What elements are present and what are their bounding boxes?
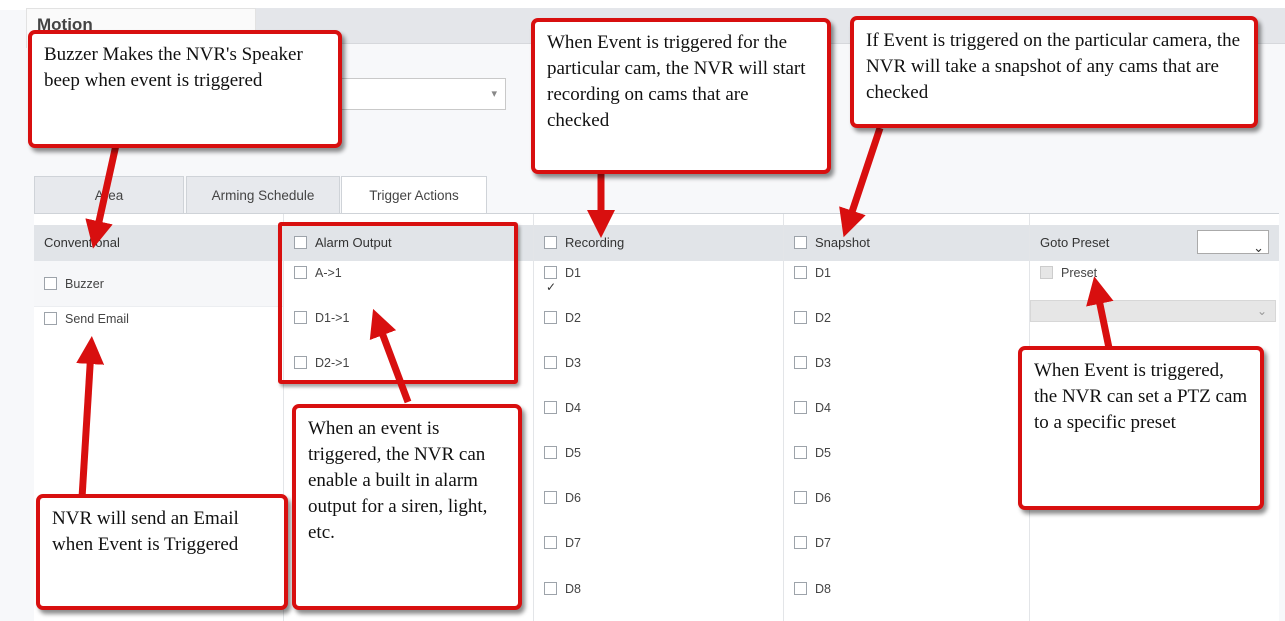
snapshot-row-d2[interactable]: D2 (784, 295, 1029, 341)
camera-select[interactable]: ▾ (320, 78, 506, 110)
send-email-label: Send Email (65, 312, 129, 326)
snapshot-d5-checkbox[interactable] (794, 446, 807, 460)
snapshot-row-d4[interactable]: D4 (784, 385, 1029, 431)
snapshot-d4-checkbox[interactable] (794, 401, 807, 415)
recording-row-d7[interactable]: D7 (534, 520, 783, 566)
recording-d3-checkbox[interactable] (544, 356, 557, 370)
recording-d4-checkbox[interactable] (544, 401, 557, 415)
preset-checkbox[interactable] (1040, 266, 1053, 280)
recording-all-checkbox[interactable] (544, 236, 557, 250)
tab-area[interactable]: Area (34, 176, 184, 214)
snapshot-column: Snapshot D1 D2 D3 D4 D5 D6 D7 D8 (784, 214, 1030, 621)
send-email-row[interactable]: Send Email (34, 296, 283, 342)
snapshot-d6-checkbox[interactable] (794, 491, 807, 505)
recording-d7-checkbox[interactable] (544, 536, 557, 550)
send-email-checkbox[interactable] (44, 312, 57, 326)
callout-alarm: When an event is triggered, the NVR can … (292, 404, 522, 610)
nvr-config-page: Motion ▾ Area Arming Schedule Trigger Ac… (0, 0, 1285, 621)
snapshot-row-d6[interactable]: D6 (784, 475, 1029, 521)
recording-d1-checkbox[interactable] (544, 264, 557, 310)
buzzer-label: Buzzer (65, 277, 104, 291)
snapshot-row-d3[interactable]: D3 (784, 340, 1029, 386)
arrow-snapshot (839, 126, 884, 238)
snapshot-all-checkbox[interactable] (794, 236, 807, 250)
snapshot-row-d8[interactable]: D8 (784, 566, 1029, 612)
recording-d2-checkbox[interactable] (544, 311, 557, 325)
snapshot-row-d5[interactable]: D5 (784, 430, 1029, 476)
snapshot-d2-checkbox[interactable] (794, 311, 807, 325)
tab-arming-schedule[interactable]: Arming Schedule (186, 176, 340, 214)
recording-d8-checkbox[interactable] (544, 582, 557, 596)
snapshot-row-d7[interactable]: D7 (784, 520, 1029, 566)
recording-row-d8[interactable]: D8 (534, 566, 783, 612)
tab-trigger-actions[interactable]: Trigger Actions (341, 176, 487, 215)
callout-buzzer: Buzzer Makes the NVR's Speaker beep when… (28, 30, 342, 148)
chevron-down-icon: ⌄ (1256, 304, 1267, 318)
recording-d6-checkbox[interactable] (544, 491, 557, 505)
callout-snapshot: If Event is triggered on the particular … (850, 16, 1258, 128)
recording-d5-checkbox[interactable] (544, 446, 557, 460)
conventional-header: Conventional (34, 225, 283, 261)
callout-recording: When Event is triggered for the particul… (531, 18, 831, 174)
callout-email: NVR will send an Email when Event is Tri… (36, 494, 288, 610)
snapshot-d7-checkbox[interactable] (794, 536, 807, 550)
buzzer-checkbox[interactable] (44, 277, 57, 291)
recording-row-d3[interactable]: D3 (534, 340, 783, 386)
callout-preset: When Event is triggered, the NVR can set… (1018, 346, 1264, 510)
snapshot-row-d1[interactable]: D1 (784, 250, 1029, 296)
recording-row-d4[interactable]: D4 (534, 385, 783, 431)
preset-row[interactable]: Preset (1030, 250, 1279, 296)
recording-row-d6[interactable]: D6 (534, 475, 783, 521)
snapshot-d8-checkbox[interactable] (794, 582, 807, 596)
recording-row-d2[interactable]: D2 (534, 295, 783, 341)
chevron-down-icon: ▾ (491, 88, 497, 100)
recording-row-d5[interactable]: D5 (534, 430, 783, 476)
snapshot-d3-checkbox[interactable] (794, 356, 807, 370)
recording-row-d1[interactable]: D1 (534, 250, 783, 310)
alarm-output-highlight (278, 222, 518, 384)
preset-dropdown[interactable]: ⌄ (1030, 300, 1276, 322)
snapshot-d1-checkbox[interactable] (794, 266, 807, 280)
recording-column: Recording D1 D2 D3 D4 D5 D6 D7 D8 (534, 214, 784, 621)
